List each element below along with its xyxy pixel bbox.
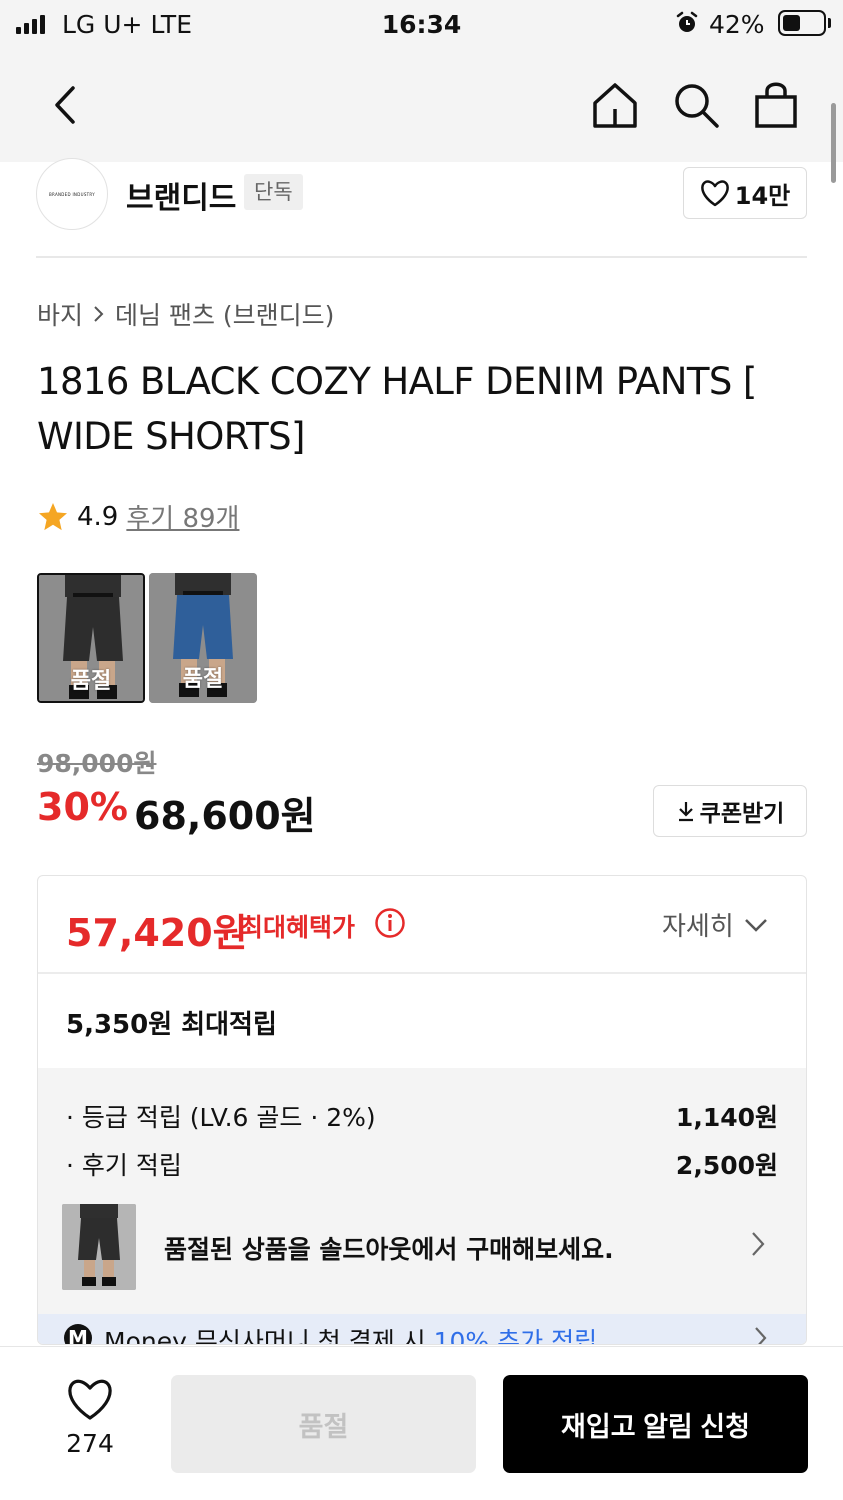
- brand-like-count: 14만: [734, 181, 791, 210]
- search-button[interactable]: [668, 76, 724, 134]
- musinsa-money-banner[interactable]: M Money 무신사머니 첫 결제 시 10% 추가 적립: [38, 1314, 806, 1345]
- reviews-link[interactable]: 후기 89개: [126, 498, 239, 535]
- heart-icon: [700, 179, 729, 206]
- rating-row: 4.9 후기 89개: [37, 498, 239, 535]
- sale-price: 68,600원: [134, 794, 316, 838]
- benefit-box: 57,420원 최대혜택가 자세히 5,350원 최대적립 · 등급 적립 (L…: [37, 875, 807, 1345]
- download-icon: [678, 802, 693, 822]
- money-text: Money 무신사머니 첫 결제 시 10% 추가 적립: [104, 1322, 598, 1345]
- shopping-bag-icon: [755, 82, 797, 128]
- max-benefit-label: 최대혜택가: [240, 913, 356, 942]
- battery-percent: 42%: [709, 10, 765, 39]
- money-logo: M: [64, 1324, 92, 1344]
- soldout-shop-banner[interactable]: 품절된 상품을 솔드아웃에서 구매해보세요.: [38, 1188, 806, 1314]
- coupon-label: 쿠폰받기: [699, 801, 785, 827]
- banner-thumbnail: [62, 1204, 136, 1290]
- wishlist-button[interactable]: 274: [52, 1379, 128, 1458]
- color-option-blue[interactable]: 품절: [149, 573, 257, 703]
- breadcrumb-category[interactable]: 바지: [37, 296, 83, 332]
- home-button[interactable]: [586, 76, 644, 134]
- exclusive-badge: 단독: [244, 174, 303, 210]
- chevron-right-icon: [94, 306, 104, 322]
- breadcrumb: 바지 데님 팬츠 (브랜디드): [37, 296, 334, 332]
- color-option-black[interactable]: 품절: [37, 573, 145, 703]
- divider: [36, 256, 807, 258]
- max-points: 5,350원 최대적립: [66, 1010, 277, 1040]
- home-icon: [593, 83, 637, 128]
- battery-icon: [778, 10, 826, 36]
- rating-score: 4.9: [77, 501, 119, 532]
- points-row-label: · 후기 적립: [66, 1151, 182, 1180]
- points-row-review: · 후기 적립 2,500원: [66, 1146, 778, 1182]
- chevron-down-icon: [744, 918, 767, 932]
- battery-cap: [828, 18, 831, 28]
- chevron-right-icon: [752, 1232, 765, 1256]
- back-button[interactable]: [40, 77, 90, 133]
- restock-alert-button[interactable]: 재입고 알림 신청: [503, 1375, 808, 1473]
- points-row-label: · 등급 적립 (LV.6 골드 · 2%): [66, 1103, 376, 1132]
- money-text-main: Money 무신사머니 첫 결제 시: [104, 1327, 434, 1345]
- navigation-bar: [0, 50, 843, 162]
- brand-logo-text: BRANDED INDUSTRY: [49, 191, 95, 197]
- points-row-value: 1,140원: [675, 1103, 778, 1132]
- soldout-label: 품절: [70, 669, 112, 694]
- search-icon: [675, 84, 719, 128]
- alarm-icon: [676, 11, 698, 32]
- product-title: 1816 BLACK COZY HALF DENIM PANTS [ WIDE …: [37, 360, 757, 458]
- soldout-label: 품절: [182, 667, 224, 692]
- info-icon[interactable]: [374, 907, 406, 939]
- wishlist-count: 274: [66, 1429, 114, 1458]
- details-label: 자세히: [662, 912, 734, 942]
- money-highlight: 10% 추가 적립: [433, 1327, 598, 1345]
- max-benefit-price: 57,420원: [66, 911, 248, 955]
- chevron-right-icon: [755, 1327, 767, 1344]
- bottom-action-bar: 274 품절 재입고 알림 신청: [0, 1346, 843, 1500]
- discount-rate: 30%: [37, 785, 128, 829]
- breadcrumb-subcategory[interactable]: 데님 팬츠 (브랜디드): [115, 296, 334, 332]
- chevron-left-icon: [55, 86, 75, 124]
- brand-name[interactable]: 브랜디드: [126, 173, 236, 217]
- original-price: 98,000원: [37, 749, 157, 778]
- divider: [38, 972, 806, 974]
- soldout-shop-message: 품절된 상품을 솔드아웃에서 구매해보세요.: [164, 1235, 614, 1264]
- details-button[interactable]: 자세히: [662, 906, 768, 943]
- status-bar: LG U+ LTE 16:34 42%: [0, 0, 843, 50]
- cart-button[interactable]: [748, 76, 804, 134]
- star-icon: [39, 502, 67, 530]
- brand-logo[interactable]: BRANDED INDUSTRY: [36, 158, 108, 230]
- points-row-value: 2,500원: [675, 1151, 778, 1180]
- scrollbar[interactable]: [831, 103, 836, 183]
- brand-like-button[interactable]: 14만: [683, 167, 807, 219]
- coupon-button[interactable]: 쿠폰받기: [653, 785, 807, 837]
- sold-out-button: 품절: [171, 1375, 476, 1473]
- heart-icon: [68, 1379, 112, 1420]
- points-row-grade: · 등급 적립 (LV.6 골드 · 2%) 1,140원: [66, 1098, 778, 1134]
